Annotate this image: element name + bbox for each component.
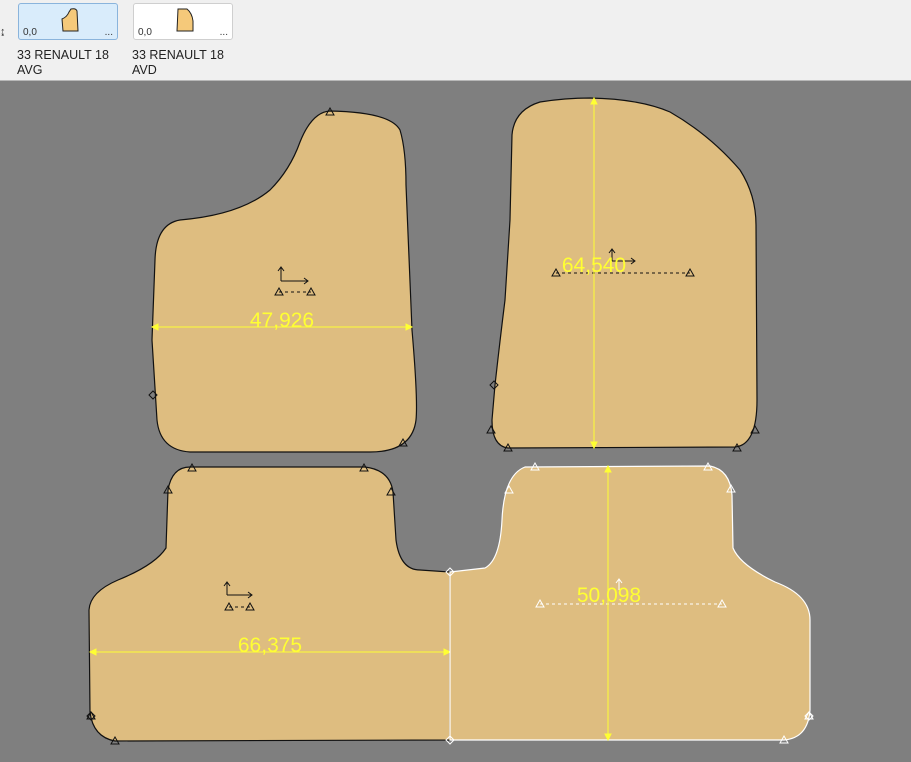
front-right-mat[interactable]: 64,540	[486, 96, 760, 452]
front-left-mat[interactable]: 47,926	[148, 107, 418, 453]
dimension-label: 64,540	[562, 254, 626, 277]
thumbnail-value: 0,0	[138, 27, 152, 38]
thumbnail-value: 0,0	[23, 27, 37, 38]
dimension-label: 47,926	[250, 309, 314, 332]
piece-code: AVG	[17, 63, 43, 77]
piece-label-avd: 33 RENAULT 18 AVD	[132, 48, 224, 78]
more-icon[interactable]: ...	[220, 27, 228, 38]
piece-thumbnail-avd[interactable]: 0,0 ...	[133, 3, 233, 40]
rear-right-mat[interactable]: 50,098	[445, 462, 814, 745]
rear-left-mat[interactable]: 66,375	[86, 463, 452, 745]
mat-outline[interactable]	[88, 466, 451, 742]
mat-shape-icon	[176, 8, 194, 32]
dimension-label: 66,375	[238, 634, 302, 657]
mat-shape-icon	[61, 8, 79, 32]
piece-thumbnail-avg[interactable]: 0,0 ...	[18, 3, 118, 40]
cutting-canvas[interactable]: 47,926 64,540 66,375 50,098	[0, 81, 911, 762]
piece-toolbar: ↨ 0,0 ... 33 RENAULT 18 AVG 0,0 ... 33 R…	[0, 0, 911, 81]
piece-label-avg: 33 RENAULT 18 AVG	[17, 48, 109, 78]
piece-code: AVD	[132, 63, 157, 77]
scroll-edge-icon[interactable]: ↨	[0, 26, 6, 38]
piece-name: 33 RENAULT 18	[132, 48, 224, 62]
more-icon[interactable]: ...	[105, 27, 113, 38]
dimension-label: 50,098	[577, 584, 641, 607]
piece-name: 33 RENAULT 18	[17, 48, 109, 62]
